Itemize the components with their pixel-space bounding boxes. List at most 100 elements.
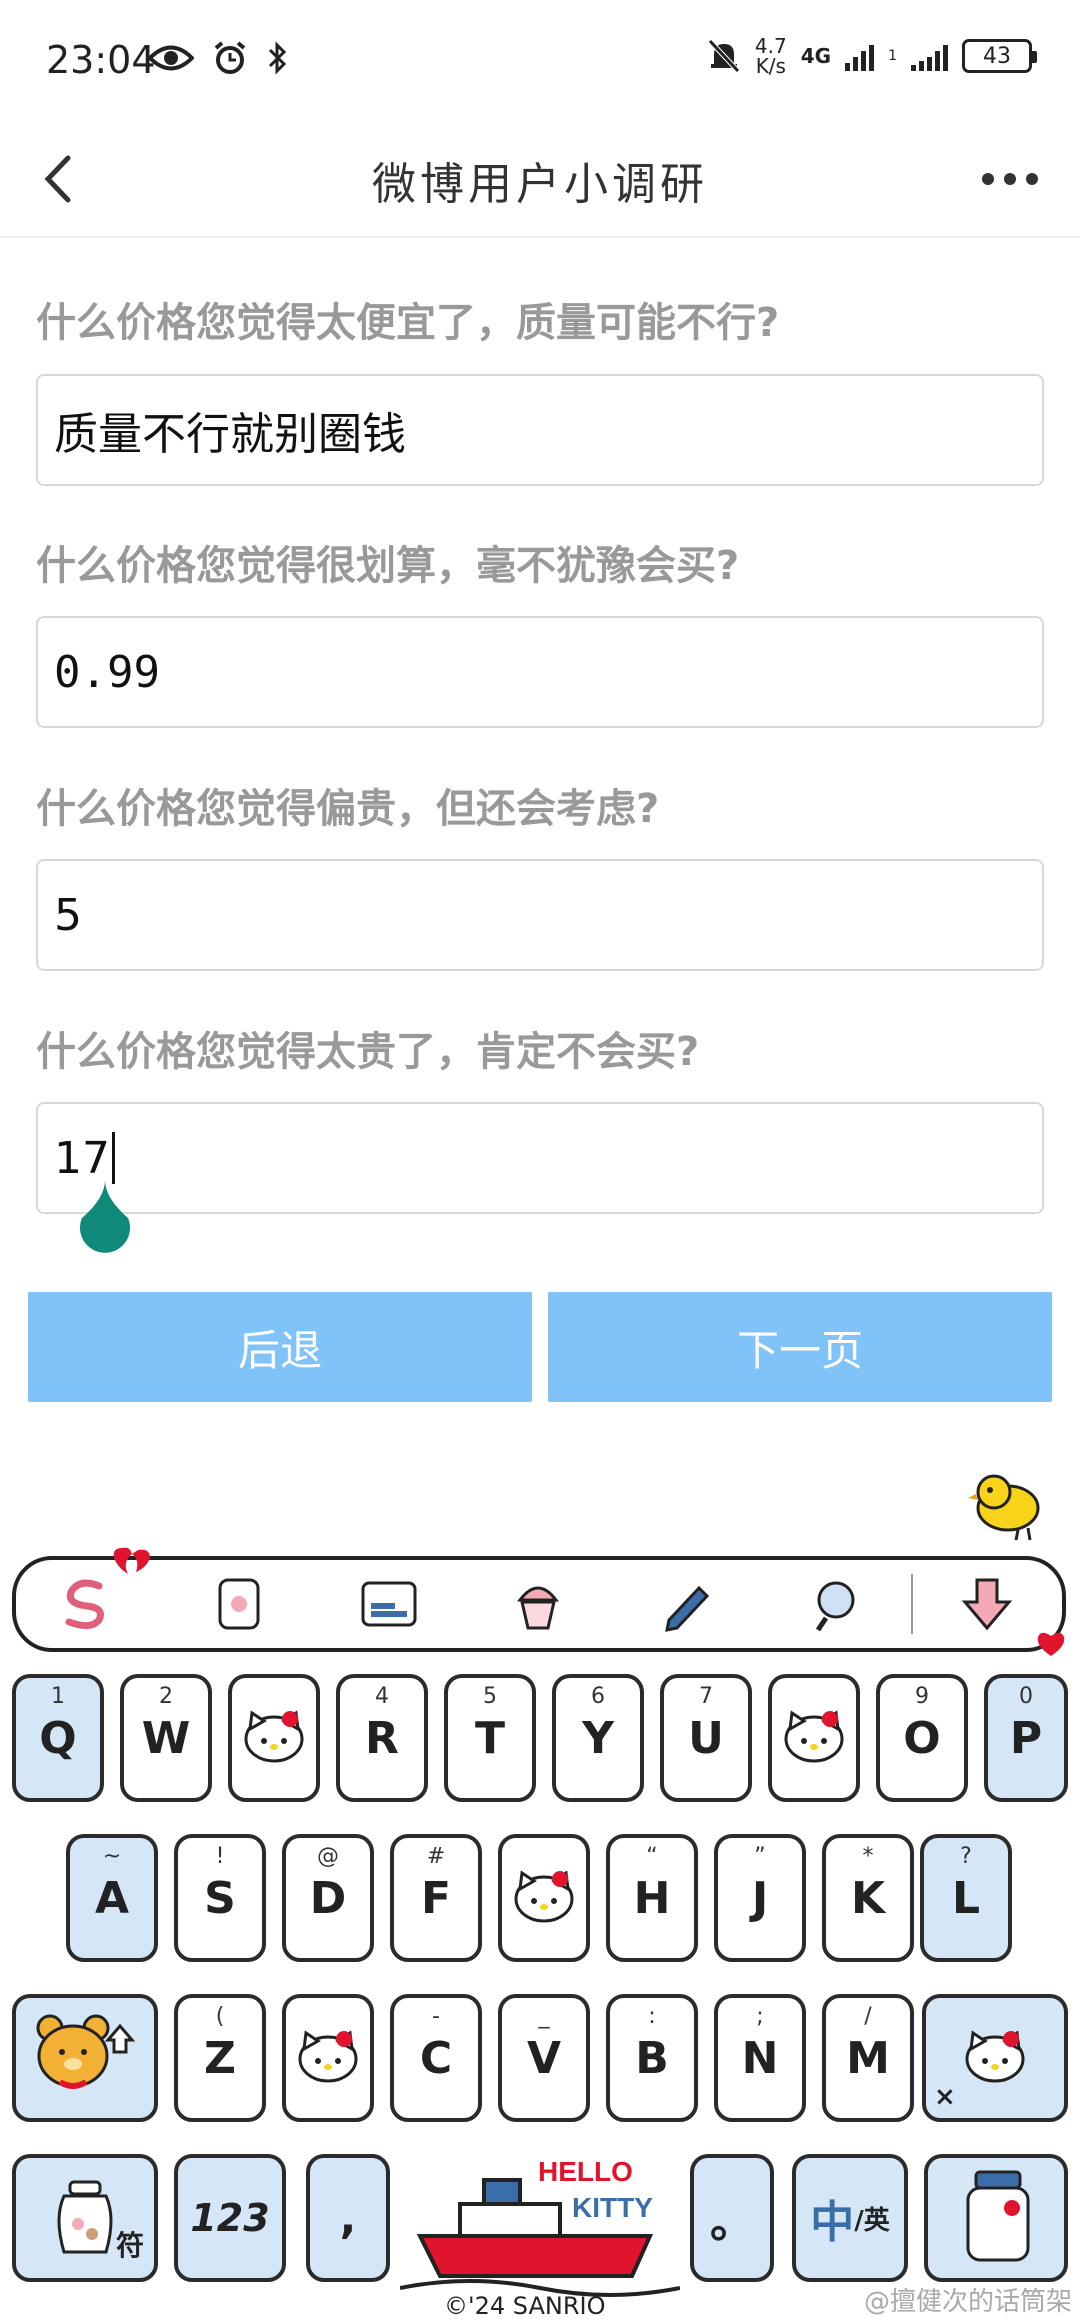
toolbar-theme-button[interactable] [463, 1560, 612, 1648]
key-l-sup: ? [960, 1844, 972, 1869]
key-q-label: Q [39, 1712, 77, 1764]
symbol-key[interactable]: 符 [12, 2154, 158, 2282]
enter-key[interactable] [924, 2154, 1068, 2282]
comma-key-label: , [339, 2192, 357, 2244]
answer-value-1: 质量不行就别圈钱 [54, 409, 406, 460]
question-label-4: 什么价格您觉得太贵了，肯定不会买? [36, 1029, 700, 1075]
key-l[interactable]: ? L [920, 1834, 1012, 1962]
back-step-button[interactable]: 后退 [28, 1292, 532, 1402]
key-p-sup: 0 [1019, 1684, 1033, 1709]
key-a[interactable]: ~ A [66, 1834, 158, 1962]
toolbar-sticker-button[interactable] [165, 1560, 314, 1648]
number-key[interactable]: 123 [174, 2154, 286, 2282]
watermark: @擅健次的话筒架 [863, 2287, 1072, 2317]
key-w[interactable]: 2W [120, 1674, 212, 1802]
key-w-label: W [141, 1712, 191, 1764]
answer-field-3[interactable]: 5 [36, 859, 1044, 971]
key-t[interactable]: 5T [444, 1674, 536, 1802]
key-s-label: S [204, 1872, 236, 1924]
network-speed-value: 4.7 [754, 34, 787, 58]
key-t-sup: 5 [483, 1684, 497, 1709]
key-q[interactable]: 1Q [12, 1674, 104, 1802]
key-v-label: V [526, 2032, 562, 2084]
key-b-sup: : [648, 2004, 656, 2029]
key-l-label: L [951, 1872, 981, 1924]
key-p-label: P [1009, 1712, 1043, 1764]
shift-key[interactable] [12, 1994, 158, 2122]
key-g[interactable] [498, 1834, 590, 1962]
hello-kitty-icon [965, 2030, 1025, 2083]
key-u[interactable]: 7U [660, 1674, 752, 1802]
key-x[interactable] [282, 1994, 374, 2122]
bluetooth-icon [268, 41, 287, 75]
key-h-sup: “ [646, 1844, 658, 1869]
key-k-label: K [850, 1872, 886, 1924]
search-icon [816, 1581, 855, 1632]
language-key-main: 中 [810, 2197, 855, 2248]
key-b-label: B [635, 2032, 669, 2084]
key-c-sup: - [432, 2004, 440, 2029]
space-key[interactable]: HELLO KITTY [399, 2140, 681, 2300]
heart-icon [1037, 1632, 1065, 1656]
key-y[interactable]: 6Y [552, 1674, 644, 1802]
more-dot-icon [982, 173, 994, 185]
key-f-sup: # [426, 1844, 446, 1869]
key-r-sup: 4 [375, 1684, 389, 1709]
key-c-label: C [419, 2032, 453, 2084]
toolbar-handwrite-button[interactable] [613, 1560, 762, 1648]
status-right-icons: 4.7 K/s 4G 1 43 [707, 36, 1037, 76]
key-d-label: D [309, 1872, 347, 1924]
key-o-label: O [903, 1712, 941, 1764]
key-j[interactable]: ” J [714, 1834, 806, 1962]
keyboard-toolbar [12, 1556, 1066, 1652]
sticker-icon [218, 1578, 260, 1630]
key-o[interactable]: 9O [876, 1674, 968, 1802]
more-button[interactable] [970, 146, 1050, 212]
key-b[interactable]: :B [606, 1994, 698, 2122]
period-key-label: 。 [710, 2197, 754, 2248]
key-m[interactable]: / M [822, 1994, 914, 2122]
key-n[interactable]: ; N [714, 1994, 806, 2122]
space-brand-bottom: KITTY [572, 2192, 653, 2223]
key-r[interactable]: 4R [336, 1674, 428, 1802]
key-z[interactable]: (Z [174, 1994, 266, 2122]
answer-field-1[interactable]: 质量不行就别圈钱 [36, 374, 1044, 486]
key-k[interactable]: * K [822, 1834, 914, 1962]
answer-value-4: 17 [54, 1132, 110, 1184]
bear-shift-icon [36, 2014, 136, 2089]
key-v[interactable]: _ V [498, 1994, 590, 2122]
period-key[interactable]: 。 [690, 2154, 774, 2282]
comma-key[interactable]: , [306, 2154, 390, 2282]
key-k-sup: * [862, 1844, 874, 1869]
answer-value-2: 0.99 [54, 646, 160, 698]
key-u-sup: 7 [699, 1684, 713, 1709]
network-speed: 4.7 K/s [755, 36, 787, 76]
key-d[interactable]: @ D [282, 1834, 374, 1962]
key-p[interactable]: 0P [984, 1674, 1068, 1802]
toolbar-keyboard-button[interactable] [314, 1560, 463, 1648]
alarm-icon [214, 41, 246, 74]
key-e[interactable] [228, 1674, 320, 1802]
network-type: 4G [800, 44, 832, 68]
delete-key[interactable]: × [922, 1994, 1068, 2122]
status-bar: 23:04 4.7 K/s 4G 1 43 [0, 0, 1080, 120]
key-f[interactable]: # F [390, 1834, 482, 1962]
answer-field-2[interactable]: 0.99 [36, 616, 1044, 728]
key-s[interactable]: ! S [174, 1834, 266, 1962]
key-h-label: H [633, 1872, 671, 1924]
heart-icon [113, 1547, 150, 1574]
key-z-label: Z [204, 2032, 236, 2084]
language-switch-key[interactable]: 中 /英 [792, 2154, 908, 2282]
answer-value-3: 5 [54, 889, 82, 941]
key-c[interactable]: -C [390, 1994, 482, 2122]
key-h[interactable]: “H [606, 1834, 698, 1962]
cursor-handle[interactable] [76, 1178, 134, 1254]
key-d-sup: @ [317, 1844, 339, 1869]
answer-field-4[interactable]: 17 [36, 1102, 1044, 1214]
key-i[interactable] [768, 1674, 860, 1802]
toolbar-search-button[interactable] [762, 1560, 911, 1648]
copyright-text: ©'24 SANRIO [444, 2292, 606, 2320]
nav-bar: 微博用户小调研 [0, 120, 1080, 238]
next-page-button[interactable]: 下一页 [548, 1292, 1052, 1402]
ice-cream-icon [516, 1586, 559, 1630]
